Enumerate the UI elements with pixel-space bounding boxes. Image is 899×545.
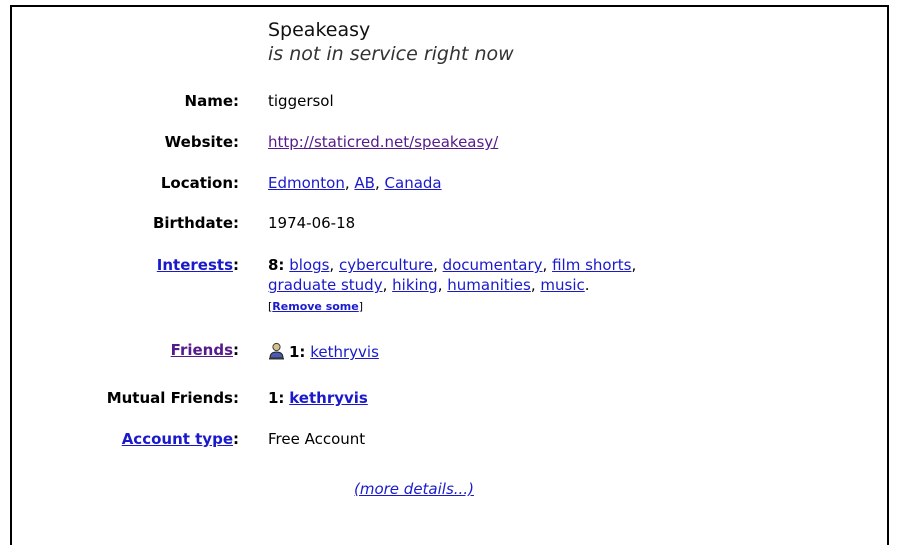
friends-count: 1:: [289, 343, 306, 361]
name-label: Name:: [184, 92, 239, 110]
profile-header: Speakeasy is not in service right now: [268, 18, 514, 66]
service-status: is not in service right now: [268, 43, 514, 65]
location-region-link[interactable]: AB: [354, 174, 375, 192]
journal-name: Speakeasy: [268, 19, 371, 41]
birthdate-label: Birthdate:: [152, 214, 239, 232]
account-type-label: Account type:: [121, 430, 239, 448]
interest-link[interactable]: graduate study: [268, 276, 383, 294]
interests-count: 8:: [268, 256, 285, 274]
mutual-friends-label: Mutual Friends:: [106, 389, 239, 407]
account-type-value: Free Account: [268, 430, 366, 448]
location-separator: ,: [344, 174, 355, 192]
account-type-label-link[interactable]: Account type: [122, 430, 233, 448]
name-value: tiggersol: [268, 92, 334, 110]
person-icon: [268, 342, 285, 365]
friend-link[interactable]: kethryvis: [310, 343, 379, 361]
remove-interests: [Remove some]: [268, 300, 364, 313]
interest-link[interactable]: blogs: [289, 256, 329, 274]
location-city-link[interactable]: Edmonton: [268, 174, 345, 192]
mutual-friend-link[interactable]: kethryvis: [289, 389, 368, 407]
website-label: Website:: [164, 133, 239, 151]
mutual-friends-count: 1:: [268, 389, 285, 407]
interest-link[interactable]: cyberculture: [339, 256, 433, 274]
location-label: Location:: [160, 174, 239, 192]
interest-link[interactable]: hiking: [392, 276, 438, 294]
friends-label: Friends:: [170, 341, 239, 359]
website-link[interactable]: http://staticred.net/speakeasy/: [268, 133, 498, 151]
interests-label: Interests:: [156, 256, 239, 274]
interests-label-link[interactable]: Interests: [157, 256, 233, 274]
interest-link[interactable]: music: [540, 276, 584, 294]
interest-link[interactable]: film shorts: [552, 256, 631, 274]
friends-label-link[interactable]: Friends: [171, 341, 233, 359]
location-country-link[interactable]: Canada: [385, 174, 442, 192]
interests-list: 8: blogs, cyberculture, documentary, fil…: [268, 256, 637, 313]
remove-some-link[interactable]: Remove some: [272, 300, 358, 313]
interest-link[interactable]: documentary: [443, 256, 543, 274]
interest-link[interactable]: humanities: [447, 276, 531, 294]
location-separator: ,: [374, 174, 385, 192]
more-details: (more details...): [354, 480, 474, 498]
birthdate-value: 1974-06-18: [268, 214, 356, 232]
more-details-link[interactable]: (more details...): [354, 480, 474, 498]
